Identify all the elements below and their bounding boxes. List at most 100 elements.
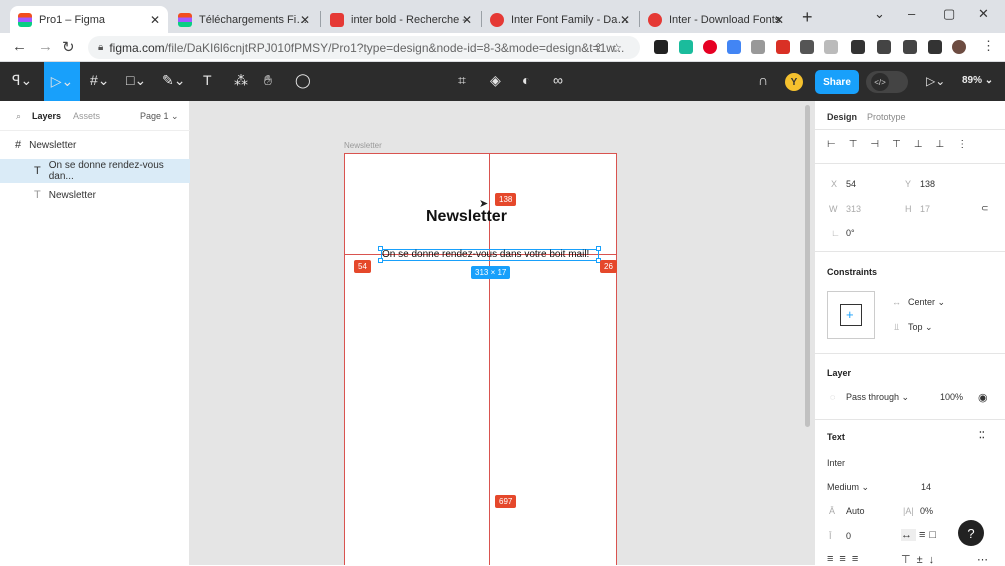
constraints-widget[interactable]: + bbox=[827, 291, 875, 339]
resize-handle[interactable] bbox=[378, 258, 383, 263]
blend-mode-select[interactable]: Pass through ⌄ bbox=[846, 392, 909, 403]
browser-tab-search[interactable]: inter bold - Recherche - ✕ bbox=[322, 6, 480, 33]
share-and-bookmark-icons[interactable]: ⇪☆ bbox=[593, 41, 630, 55]
share-button[interactable]: Share bbox=[815, 70, 859, 94]
browser-menu-icon[interactable]: ⋮ bbox=[982, 38, 995, 54]
reload-icon[interactable]: ↻ bbox=[62, 38, 75, 56]
mask-icon[interactable]: ◐ bbox=[522, 72, 530, 88]
text-align-icons[interactable]: ≡≡≡ bbox=[827, 553, 864, 565]
w-input[interactable]: 313 bbox=[846, 204, 861, 214]
close-icon[interactable]: ✕ bbox=[774, 13, 784, 27]
close-icon[interactable]: ✕ bbox=[150, 13, 160, 27]
x-input[interactable]: 54 bbox=[846, 179, 856, 189]
eye-icon[interactable]: ◉ bbox=[978, 391, 988, 404]
headphones-icon[interactable]: ∩ bbox=[758, 72, 768, 88]
close-icon[interactable]: ✕ bbox=[300, 13, 310, 27]
page-selector[interactable]: Page 1 ⌄ bbox=[140, 111, 179, 122]
font-family-select[interactable]: Inter bbox=[827, 458, 845, 468]
text-styles-icon[interactable]: ⁚⁚ bbox=[979, 430, 985, 441]
resize-handle[interactable] bbox=[596, 246, 601, 251]
download-icon[interactable] bbox=[903, 40, 917, 54]
shape-tool-icon[interactable]: □⌄ bbox=[126, 72, 146, 89]
paragraph-spacing-input[interactable]: 0 bbox=[846, 531, 851, 541]
text-layer-icon: T bbox=[34, 189, 41, 201]
tab-layers[interactable]: Layers bbox=[32, 111, 61, 121]
side-panel-icon[interactable] bbox=[928, 40, 942, 54]
help-button[interactable]: ? bbox=[958, 520, 984, 546]
layer-item-text-selected[interactable]: T On se donne rendez-vous dan... bbox=[0, 159, 190, 183]
new-tab-button[interactable]: + bbox=[802, 7, 813, 28]
h-input[interactable]: 17 bbox=[920, 204, 930, 214]
forward-arrow-icon[interactable]: → bbox=[38, 38, 53, 55]
pinterest-extension-icon[interactable] bbox=[703, 40, 717, 54]
extensions-puzzle-icon[interactable] bbox=[851, 40, 865, 54]
address-bar[interactable]: 🔒︎ figma.com/file/DaKI6l6cnjtRPJ010fPMSY… bbox=[88, 36, 640, 59]
vertical-constraint-select[interactable]: Top ⌄ bbox=[908, 322, 933, 333]
auto-width-icon[interactable]: ↔ bbox=[901, 529, 916, 541]
dev-mode-toggle[interactable]: </> bbox=[866, 71, 908, 93]
extension-icon[interactable] bbox=[824, 40, 838, 54]
layer-item-frame[interactable]: # Newsletter bbox=[0, 133, 190, 157]
tab-prototype[interactable]: Prototype bbox=[867, 112, 906, 122]
browser-tab-figma-downloads[interactable]: Téléchargements Figma | ✕ bbox=[170, 6, 318, 33]
link-icon[interactable]: ∞ bbox=[553, 72, 563, 88]
reading-list-icon[interactable] bbox=[877, 40, 891, 54]
present-play-icon[interactable]: ▷⌄ bbox=[926, 74, 945, 88]
letter-spacing-input[interactable]: 0% bbox=[920, 506, 933, 516]
search-icon[interactable]: ⌕ bbox=[16, 111, 21, 122]
crop-icon[interactable]: ⌗ bbox=[458, 72, 466, 89]
line-height-input[interactable]: Auto bbox=[846, 506, 865, 516]
user-avatar[interactable]: Y bbox=[785, 73, 803, 91]
browser-tab-dafont[interactable]: Inter Font Family - Dafont ✕ bbox=[482, 6, 638, 33]
layer-label: Newsletter bbox=[29, 139, 77, 151]
zoom-level[interactable]: 89% ⌄ bbox=[962, 75, 993, 86]
maximize-button[interactable]: ▢ bbox=[943, 6, 955, 22]
newsletter-heading[interactable]: Newsletter bbox=[426, 208, 507, 226]
extension-icon[interactable] bbox=[751, 40, 765, 54]
minimize-button[interactable]: – bbox=[908, 6, 915, 21]
opacity-input[interactable]: 100% bbox=[940, 392, 963, 402]
design-canvas[interactable]: Newsletter 138 Newsletter On se donne re… bbox=[190, 101, 814, 565]
tab-design[interactable]: Design bbox=[827, 112, 857, 122]
close-icon[interactable]: ✕ bbox=[462, 13, 472, 27]
canvas-scrollbar[interactable] bbox=[805, 105, 810, 427]
distance-left-badge: 54 bbox=[354, 260, 371, 273]
letter-spacing-icon: |A| bbox=[903, 506, 914, 516]
extension-icon[interactable] bbox=[727, 40, 741, 54]
horizontal-constraint-select[interactable]: Center ⌄ bbox=[908, 297, 945, 308]
move-tool-icon[interactable]: ▷⌄ bbox=[44, 62, 80, 101]
text-resize-icons[interactable]: ≡□ bbox=[919, 529, 940, 541]
browser-tab-download-fonts[interactable]: Inter - Download Fonts ✕ bbox=[640, 6, 792, 33]
frame-label[interactable]: Newsletter bbox=[344, 141, 382, 150]
resize-handle[interactable] bbox=[378, 246, 383, 251]
resources-icon[interactable]: ⁂ bbox=[234, 72, 248, 89]
frame-tool-icon[interactable]: #⌄ bbox=[90, 72, 110, 89]
tab-search-chevron-down-icon[interactable]: ⌄ bbox=[874, 6, 885, 22]
selected-text-layer[interactable]: On se donne rendez-vous dans votre boit … bbox=[381, 249, 599, 261]
alignment-toolbar[interactable]: ⊢⊤⊣⊤⊥⊥⋮ bbox=[827, 139, 980, 150]
pen-tool-icon[interactable]: ✎⌄ bbox=[162, 72, 185, 89]
extension-pen-icon[interactable] bbox=[654, 40, 668, 54]
window-close-button[interactable]: ✕ bbox=[978, 6, 989, 22]
comment-tool-icon[interactable]: ◯ bbox=[295, 72, 311, 89]
close-icon[interactable]: ✕ bbox=[620, 13, 630, 27]
profile-avatar[interactable] bbox=[952, 40, 966, 54]
extension-icon[interactable] bbox=[776, 40, 790, 54]
hand-tool-icon[interactable]: ✋︎ bbox=[264, 72, 272, 89]
y-input[interactable]: 138 bbox=[920, 179, 935, 189]
browser-tab-figma[interactable]: Pro1 – Figma ✕ bbox=[10, 6, 168, 33]
extension-icon[interactable] bbox=[679, 40, 693, 54]
more-options-icon[interactable]: ⋯ bbox=[977, 553, 988, 566]
component-icon[interactable]: ◈ bbox=[490, 72, 501, 89]
font-size-input[interactable]: 14 bbox=[921, 482, 931, 492]
back-arrow-icon[interactable]: ← bbox=[12, 38, 27, 55]
vertical-align-icons[interactable]: ⊤±↓ bbox=[901, 553, 940, 566]
layer-item-text[interactable]: T Newsletter bbox=[0, 183, 190, 207]
tab-assets[interactable]: Assets bbox=[73, 111, 100, 121]
constrain-proportions-icon[interactable]: ⊂ bbox=[981, 203, 989, 214]
text-tool-icon[interactable]: T bbox=[203, 72, 212, 88]
figma-main-menu-icon[interactable]: ꟼ⌄ bbox=[12, 72, 32, 89]
font-weight-select[interactable]: Medium ⌄ bbox=[827, 482, 869, 493]
extension-icon[interactable] bbox=[800, 40, 814, 54]
rotation-input[interactable]: 0° bbox=[846, 228, 855, 238]
